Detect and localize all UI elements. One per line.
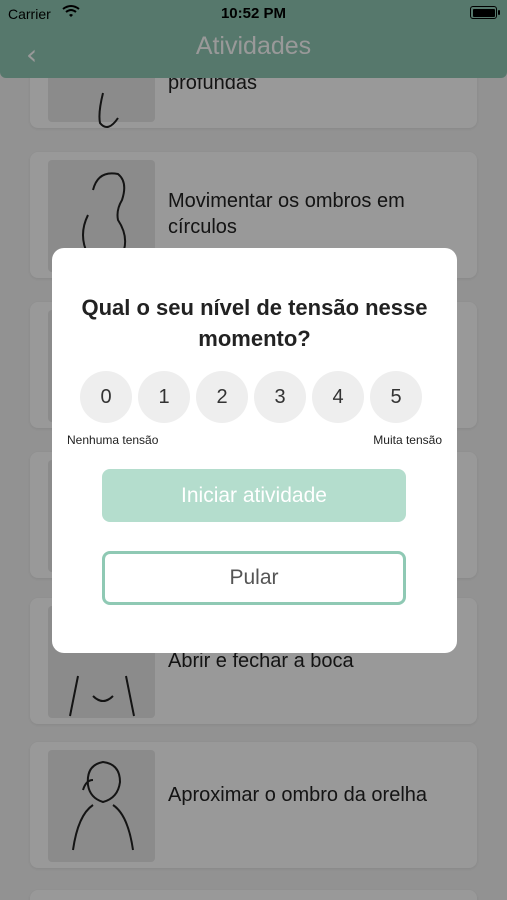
tension-option-2[interactable]: 2 (196, 371, 248, 423)
skip-button[interactable]: Pular (102, 551, 406, 605)
start-activity-button[interactable]: Iniciar atividade (102, 469, 406, 522)
scale-max-label: Muita tensão (373, 433, 442, 447)
tension-option-3[interactable]: 3 (254, 371, 306, 423)
tension-scale: 0 1 2 3 4 5 (80, 371, 430, 423)
tension-option-4[interactable]: 4 (312, 371, 364, 423)
tension-question: Qual o seu nível de tensão nesse momento… (81, 295, 428, 351)
tension-option-5[interactable]: 5 (370, 371, 422, 423)
tension-option-0[interactable]: 0 (80, 371, 132, 423)
tension-dialog: Qual o seu nível de tensão nesse momento… (52, 248, 457, 653)
scale-min-label: Nenhuma tensão (67, 433, 159, 447)
tension-option-1[interactable]: 1 (138, 371, 190, 423)
